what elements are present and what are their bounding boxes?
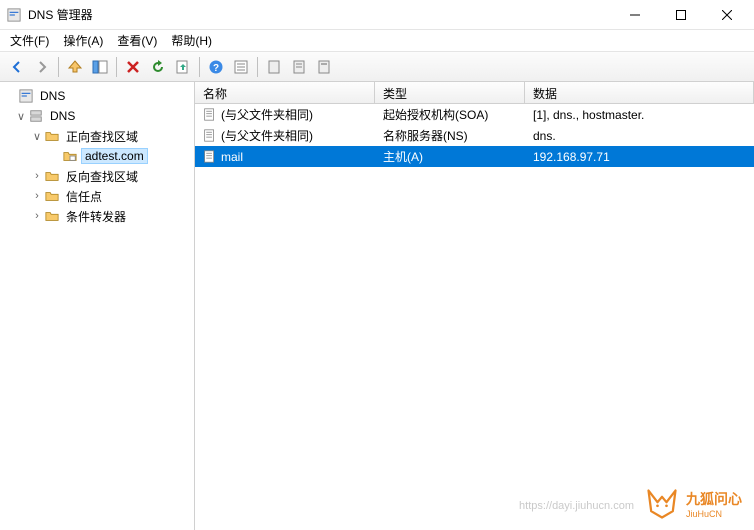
tree-label: 反向查找区域: [63, 168, 141, 185]
app-icon: [4, 5, 24, 25]
refresh-button[interactable]: [147, 56, 169, 78]
watermark-brand: 九狐问心: [686, 489, 742, 509]
menu-help[interactable]: 帮助(H): [171, 32, 212, 49]
list-panel: 名称 类型 数据 (与父文件夹相同) 起始授权机构(SOA) [1], dns.…: [195, 82, 754, 530]
cell-type: 起始授权机构(SOA): [375, 104, 525, 125]
tree-trust-points[interactable]: › 信任点: [2, 186, 192, 206]
filter-button-3[interactable]: [313, 56, 335, 78]
menu-file[interactable]: 文件(F): [10, 32, 49, 49]
menubar: 文件(F) 操作(A) 查看(V) 帮助(H): [0, 30, 754, 52]
expand-icon[interactable]: ›: [30, 190, 44, 202]
titlebar: DNS 管理器: [0, 0, 754, 30]
menu-view[interactable]: 查看(V): [117, 32, 157, 49]
cell-name: (与父文件夹相同): [221, 127, 313, 144]
dns-root-icon: [18, 88, 34, 104]
folder-icon: [44, 168, 60, 184]
maximize-button[interactable]: [658, 0, 704, 30]
separator: [58, 57, 59, 77]
cell-data: dns.: [525, 127, 754, 145]
filter-button-2[interactable]: [288, 56, 310, 78]
tree-zone-adtest[interactable]: adtest.com: [2, 146, 192, 166]
tree-label: adtest.com: [81, 148, 148, 164]
back-button[interactable]: [6, 56, 28, 78]
column-header-name[interactable]: 名称: [195, 82, 375, 103]
server-icon: [28, 108, 44, 124]
toolbar: ?: [0, 52, 754, 82]
zone-icon: [62, 148, 78, 164]
expand-icon[interactable]: ›: [30, 170, 44, 182]
separator: [257, 57, 258, 77]
expand-icon[interactable]: ›: [30, 210, 44, 222]
cell-type: 主机(A): [375, 146, 525, 167]
filter-button-1[interactable]: [263, 56, 285, 78]
separator: [116, 57, 117, 77]
export-button[interactable]: [172, 56, 194, 78]
table-row[interactable]: (与父文件夹相同) 名称服务器(NS) dns.: [195, 125, 754, 146]
tree-label: 正向查找区域: [63, 128, 141, 145]
watermark-url: https://dayi.jiuhucn.com: [519, 500, 634, 512]
properties-button[interactable]: [230, 56, 252, 78]
minimize-button[interactable]: [612, 0, 658, 30]
folder-icon: [44, 188, 60, 204]
separator: [199, 57, 200, 77]
tree-label: DNS: [47, 109, 78, 123]
show-hide-button[interactable]: [89, 56, 111, 78]
close-button[interactable]: [704, 0, 750, 30]
tree-server-dns[interactable]: ∨ DNS: [2, 106, 192, 126]
up-button[interactable]: [64, 56, 86, 78]
tree-label: DNS: [37, 89, 68, 103]
list-header: 名称 类型 数据: [195, 82, 754, 104]
tree-forward-lookup[interactable]: ∨ 正向查找区域: [2, 126, 192, 146]
tree-label: 条件转发器: [63, 208, 129, 225]
cell-name: (与父文件夹相同): [221, 106, 313, 123]
collapse-icon[interactable]: ∨: [14, 110, 28, 123]
record-icon: [203, 129, 217, 143]
cell-data: [1], dns., hostmaster.: [525, 106, 754, 124]
table-row[interactable]: mail 主机(A) 192.168.97.71: [195, 146, 754, 167]
window-title: DNS 管理器: [28, 6, 612, 23]
folder-icon: [44, 128, 60, 144]
cell-name: mail: [221, 150, 243, 164]
cell-type: 名称服务器(NS): [375, 125, 525, 146]
table-row[interactable]: (与父文件夹相同) 起始授权机构(SOA) [1], dns., hostmas…: [195, 104, 754, 125]
forward-button[interactable]: [31, 56, 53, 78]
cell-data: 192.168.97.71: [525, 148, 754, 166]
watermark-sub: JiuHuCN: [686, 509, 742, 519]
delete-button[interactable]: [122, 56, 144, 78]
collapse-icon[interactable]: ∨: [30, 130, 44, 143]
column-header-type[interactable]: 类型: [375, 82, 525, 103]
tree-panel: DNS ∨ DNS ∨ 正向查找区域 adtest.com › 反向查找区域 ›…: [0, 82, 195, 530]
svg-text:?: ?: [213, 63, 219, 74]
record-icon: [203, 108, 217, 122]
tree-root-dns[interactable]: DNS: [2, 86, 192, 106]
tree-reverse-lookup[interactable]: › 反向查找区域: [2, 166, 192, 186]
menu-action[interactable]: 操作(A): [63, 32, 103, 49]
watermark: 九狐问心 JiuHuCN: [644, 486, 742, 522]
folder-icon: [44, 208, 60, 224]
column-header-data[interactable]: 数据: [525, 82, 754, 103]
help-button[interactable]: ?: [205, 56, 227, 78]
fox-icon: [644, 486, 680, 522]
record-icon: [203, 150, 217, 164]
tree-label: 信任点: [63, 188, 105, 205]
tree-conditional-forwarders[interactable]: › 条件转发器: [2, 206, 192, 226]
